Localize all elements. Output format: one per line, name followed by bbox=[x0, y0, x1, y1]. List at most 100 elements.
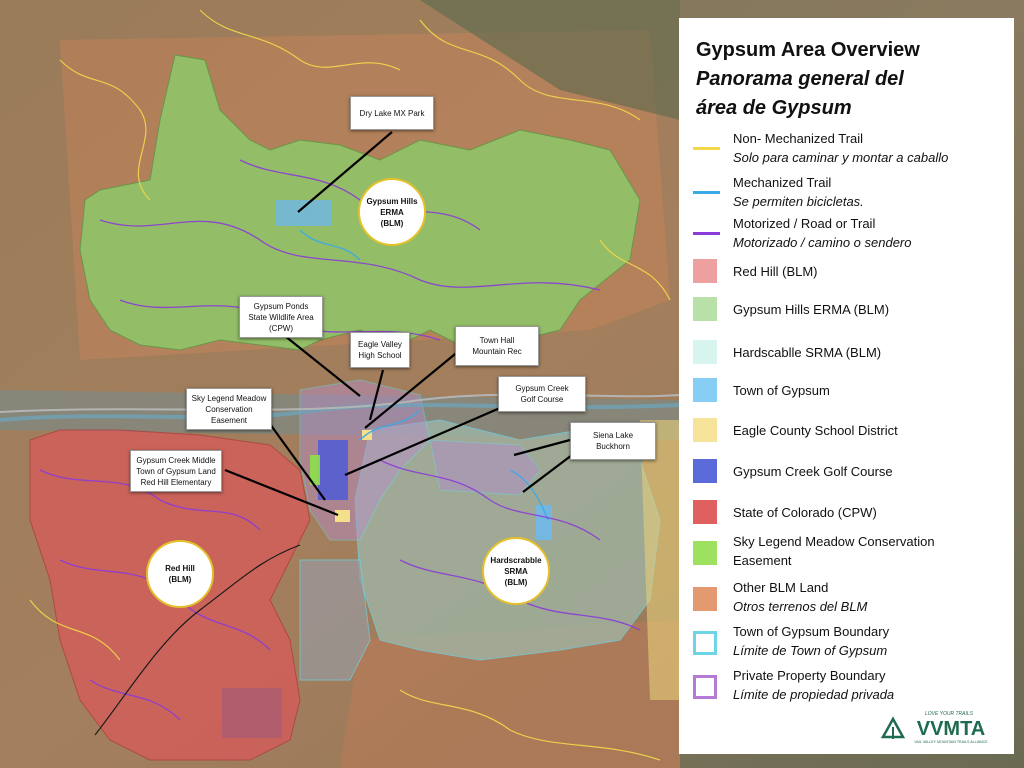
callout-text: Sky Legend Meadow bbox=[191, 393, 267, 403]
legend-sublabel: Otros terrenos del BLM bbox=[733, 599, 868, 614]
callout-gypsum-creek-golf: Gypsum Creek Golf Course bbox=[498, 376, 586, 412]
red-hill-inset bbox=[222, 688, 282, 738]
callout-eagle-valley: Eagle Valley High School bbox=[350, 332, 410, 368]
callout-text: Gypsum Ponds bbox=[253, 301, 309, 311]
callout-dry-lake: Dry Lake MX Park bbox=[350, 96, 434, 130]
area-label-text: (BLM) bbox=[380, 218, 404, 228]
legend-item: Town of Gypsum bbox=[693, 378, 1003, 402]
area-label-text: Gypsum Hills bbox=[366, 196, 418, 206]
legend-text: Eagle County School District bbox=[733, 421, 898, 440]
legend-label: Motorized / Road or Trail bbox=[733, 216, 876, 231]
logo-tagline: LOVE YOUR TRAILS bbox=[925, 711, 974, 717]
legend-title: Gypsum Area Overview Panorama general de… bbox=[696, 36, 920, 123]
area-label-text: (BLM) bbox=[168, 575, 192, 584]
callout-text: Town of Gypsum Land bbox=[136, 466, 216, 476]
legend-outline-swatch bbox=[693, 631, 717, 655]
legend-fill-swatch bbox=[693, 459, 717, 483]
legend-label: Gypsum Hills ERMA (BLM) bbox=[733, 302, 890, 317]
area-label-text: Red Hill bbox=[165, 564, 195, 573]
legend-text: Town of Gypsum Boundary Límite de Town of… bbox=[733, 622, 889, 660]
legend-label: Private Property Boundary bbox=[733, 668, 886, 683]
south-town-area bbox=[299, 559, 371, 681]
callout-text: State Wildlife Area bbox=[248, 312, 314, 322]
legend-sublabel: Motorizado / camino o sendero bbox=[733, 235, 912, 250]
callout-sky-legend: Sky Legend Meadow Conservation Easement bbox=[186, 388, 272, 430]
legend-item: Red Hill (BLM) bbox=[693, 259, 1003, 283]
legend-text: Non- Mechanized Trail Solo para caminar y… bbox=[733, 129, 948, 167]
legend-item: Private Property Boundary Límite de propi… bbox=[693, 668, 1003, 706]
legend-label: Non- Mechanized Trail bbox=[733, 131, 864, 146]
legend-title-english: Gypsum Area Overview bbox=[696, 39, 920, 61]
callout-text: Mountain Rec bbox=[472, 347, 522, 356]
legend-text: Hardscablle SRMA (BLM) bbox=[733, 343, 881, 362]
area-label-red-hill: Red Hill (BLM) bbox=[146, 540, 214, 608]
legend-text: Town of Gypsum bbox=[733, 381, 830, 400]
dry-lake-area bbox=[276, 200, 332, 226]
legend-item: Non- Mechanized Trail Solo para caminar y… bbox=[693, 131, 1003, 176]
legend-item: Sky Legend Meadow Conservation Easement bbox=[693, 534, 1003, 572]
legend-label: Town of Gypsum Boundary bbox=[733, 624, 890, 639]
callout-text: Buckhorn bbox=[596, 442, 630, 451]
legend-fill-swatch bbox=[693, 587, 717, 611]
callout-gypsum-creek-middle: Gypsum Creek Middle Town of Gypsum Land … bbox=[130, 450, 222, 492]
callout-gypsum-ponds: Gypsum Ponds State Wildlife Area (CPW) bbox=[239, 296, 323, 338]
logo-subtitle: VAIL VALLEY MOUNTAIN TRAILS ALLIANCE bbox=[914, 740, 988, 744]
legend-item: Hardscablle SRMA (BLM) bbox=[693, 340, 1003, 364]
legend-fill-swatch bbox=[693, 418, 717, 442]
logo-name: VVMTA bbox=[917, 718, 986, 740]
callout-text: Gypsum Creek Middle bbox=[136, 455, 216, 465]
callout-text: Easement bbox=[210, 415, 248, 425]
legend-label: Hardscablle SRMA (BLM) bbox=[733, 345, 882, 360]
legend-title-spanish-line2: área de Gypsum bbox=[696, 97, 852, 119]
legend-item: Eagle County School District bbox=[693, 418, 1003, 442]
legend-text: Gypsum Hills ERMA (BLM) bbox=[733, 300, 889, 319]
legend-label: State of Colorado (CPW) bbox=[733, 505, 877, 520]
legend-sublabel: Límite de Town of Gypsum bbox=[733, 643, 888, 658]
legend-label: Gypsum Creek Golf Course bbox=[733, 464, 893, 479]
callout-text: High School bbox=[358, 351, 402, 360]
legend-label: Mechanized Trail bbox=[733, 175, 832, 190]
golf-course-area bbox=[318, 440, 348, 500]
legend-text: Motorized / Road or Trail Motorizado / ca… bbox=[733, 214, 911, 252]
callout-text: Golf Course bbox=[520, 395, 564, 404]
legend-sublabel: Easement bbox=[733, 553, 792, 568]
callout-text: Dry Lake MX Park bbox=[359, 108, 425, 118]
legend-text: Other BLM Land Otros terrenos del BLM bbox=[733, 578, 867, 616]
legend-fill-swatch bbox=[693, 378, 717, 402]
legend-label: Town of Gypsum bbox=[733, 383, 830, 398]
legend-text: Red Hill (BLM) bbox=[733, 262, 818, 281]
area-label-text: SRMA bbox=[504, 566, 528, 576]
legend-fill-swatch bbox=[693, 259, 717, 283]
legend-outline-swatch bbox=[693, 675, 717, 699]
legend-item: Motorized / Road or Trail Motorizado / ca… bbox=[693, 216, 1003, 261]
area-label-gypsum-hills: Gypsum Hills ERMA (BLM) bbox=[358, 178, 426, 246]
legend-line-swatch bbox=[693, 191, 720, 194]
legend-item: State of Colorado (CPW) bbox=[693, 500, 1003, 524]
vvmta-logo: LOVE YOUR TRAILS VVMTA VAIL VALLEY MOUNT… bbox=[880, 711, 988, 744]
callout-text: Gypsum Creek bbox=[515, 384, 569, 393]
area-label-text: Hardscrabble bbox=[490, 555, 542, 565]
legend-sublabel: Se permiten bicicletas. bbox=[733, 194, 864, 209]
legend-label: Other BLM Land bbox=[733, 580, 829, 595]
callout-text: Siena Lake bbox=[592, 431, 634, 440]
legend-line-swatch bbox=[693, 232, 720, 235]
legend-text: Gypsum Creek Golf Course bbox=[733, 462, 893, 481]
callout-text: Town Hall bbox=[479, 336, 515, 345]
legend-fill-swatch bbox=[693, 297, 717, 321]
area-label-text: (BLM) bbox=[504, 577, 528, 587]
legend-fill-swatch bbox=[693, 541, 717, 565]
legend-item: Other BLM Land Otros terrenos del BLM bbox=[693, 580, 1003, 618]
callout-text: (CPW) bbox=[269, 323, 293, 333]
school-area-2 bbox=[335, 510, 350, 522]
area-label-text: ERMA bbox=[380, 207, 404, 217]
legend-sublabel: Límite de propiedad privada bbox=[733, 687, 895, 702]
legend-item: Town of Gypsum Boundary Límite de Town of… bbox=[693, 624, 1003, 662]
legend-fill-swatch bbox=[693, 340, 717, 364]
callout-text: Conservation bbox=[205, 404, 253, 414]
legend-text: Sky Legend Meadow Conservation Easement bbox=[733, 532, 935, 570]
callout-siena-lake: Siena Lake Buckhorn bbox=[570, 422, 656, 460]
map-legend: Gypsum Area Overview Panorama general de… bbox=[679, 18, 1014, 754]
callout-text: Red Hill Elementary bbox=[140, 477, 212, 487]
legend-sublabel: Solo para caminar y montar a caballo bbox=[733, 150, 949, 165]
legend-text: State of Colorado (CPW) bbox=[733, 503, 877, 522]
